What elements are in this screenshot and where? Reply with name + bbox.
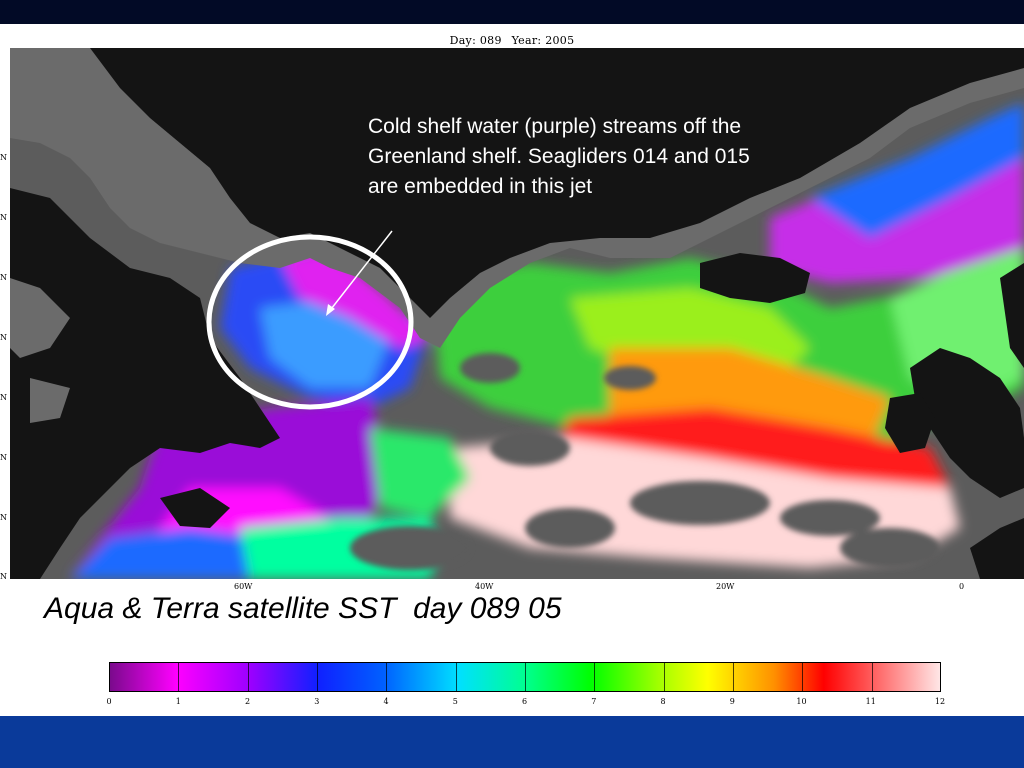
colorbar-tick-label: 6	[521, 697, 528, 706]
lat-label: N	[0, 453, 7, 462]
map-header: Day: 089 Year: 2005	[0, 34, 1024, 47]
lat-label: N	[0, 572, 7, 581]
colorbar-division	[733, 663, 734, 691]
colorbar-tick-label: 0	[106, 697, 112, 706]
colorbar-tick-label: 1	[175, 697, 181, 706]
colorbar-division	[525, 663, 526, 691]
colorbar-division	[455, 663, 457, 691]
colorbar-tick-label: 11	[865, 697, 876, 706]
colorbar-tick-label: 3	[314, 697, 320, 706]
lat-label: N	[0, 153, 7, 162]
colorbar-division	[871, 663, 873, 691]
colorbar-tick-label: 9	[729, 697, 735, 706]
lon-label: 20W	[716, 582, 735, 591]
slide-top-bar	[0, 0, 1024, 24]
lon-label: 60W	[234, 582, 253, 591]
colorbar-division	[386, 663, 388, 691]
slide-bottom-bar	[0, 716, 1024, 768]
colorbar-tick-label: 5	[452, 697, 458, 706]
annotation-text: Cold shelf water (purple) streams off th…	[368, 115, 750, 198]
lat-label: N	[0, 273, 7, 282]
slide-caption: Aqua & Terra satellite SST day 089 05	[44, 592, 562, 625]
colorbar-division	[247, 663, 249, 691]
lat-label: N	[0, 333, 7, 342]
colorbar-tick-label: 4	[383, 697, 389, 706]
lat-label: N	[0, 513, 7, 522]
colorbar-tick-label: 12	[934, 697, 946, 706]
sst-colorbar	[109, 662, 941, 692]
lat-label: N	[0, 393, 7, 402]
year-label: Year: 2005	[511, 34, 575, 47]
colorbar-tick-label: 7	[591, 697, 597, 706]
colorbar-division	[594, 663, 596, 691]
lon-label: 0	[959, 582, 965, 591]
colorbar-division	[802, 663, 804, 691]
colorbar-division	[663, 663, 665, 691]
lon-label: 40W	[475, 582, 494, 591]
colorbar-division	[178, 663, 180, 691]
day-label: Day: 089	[449, 34, 502, 47]
colorbar-tick-label: 10	[796, 697, 807, 706]
colorbar-tick-label: 8	[660, 697, 666, 706]
lat-label: N	[0, 213, 7, 222]
colorbar-division	[317, 663, 318, 691]
colorbar-tick-label: 2	[244, 697, 251, 706]
